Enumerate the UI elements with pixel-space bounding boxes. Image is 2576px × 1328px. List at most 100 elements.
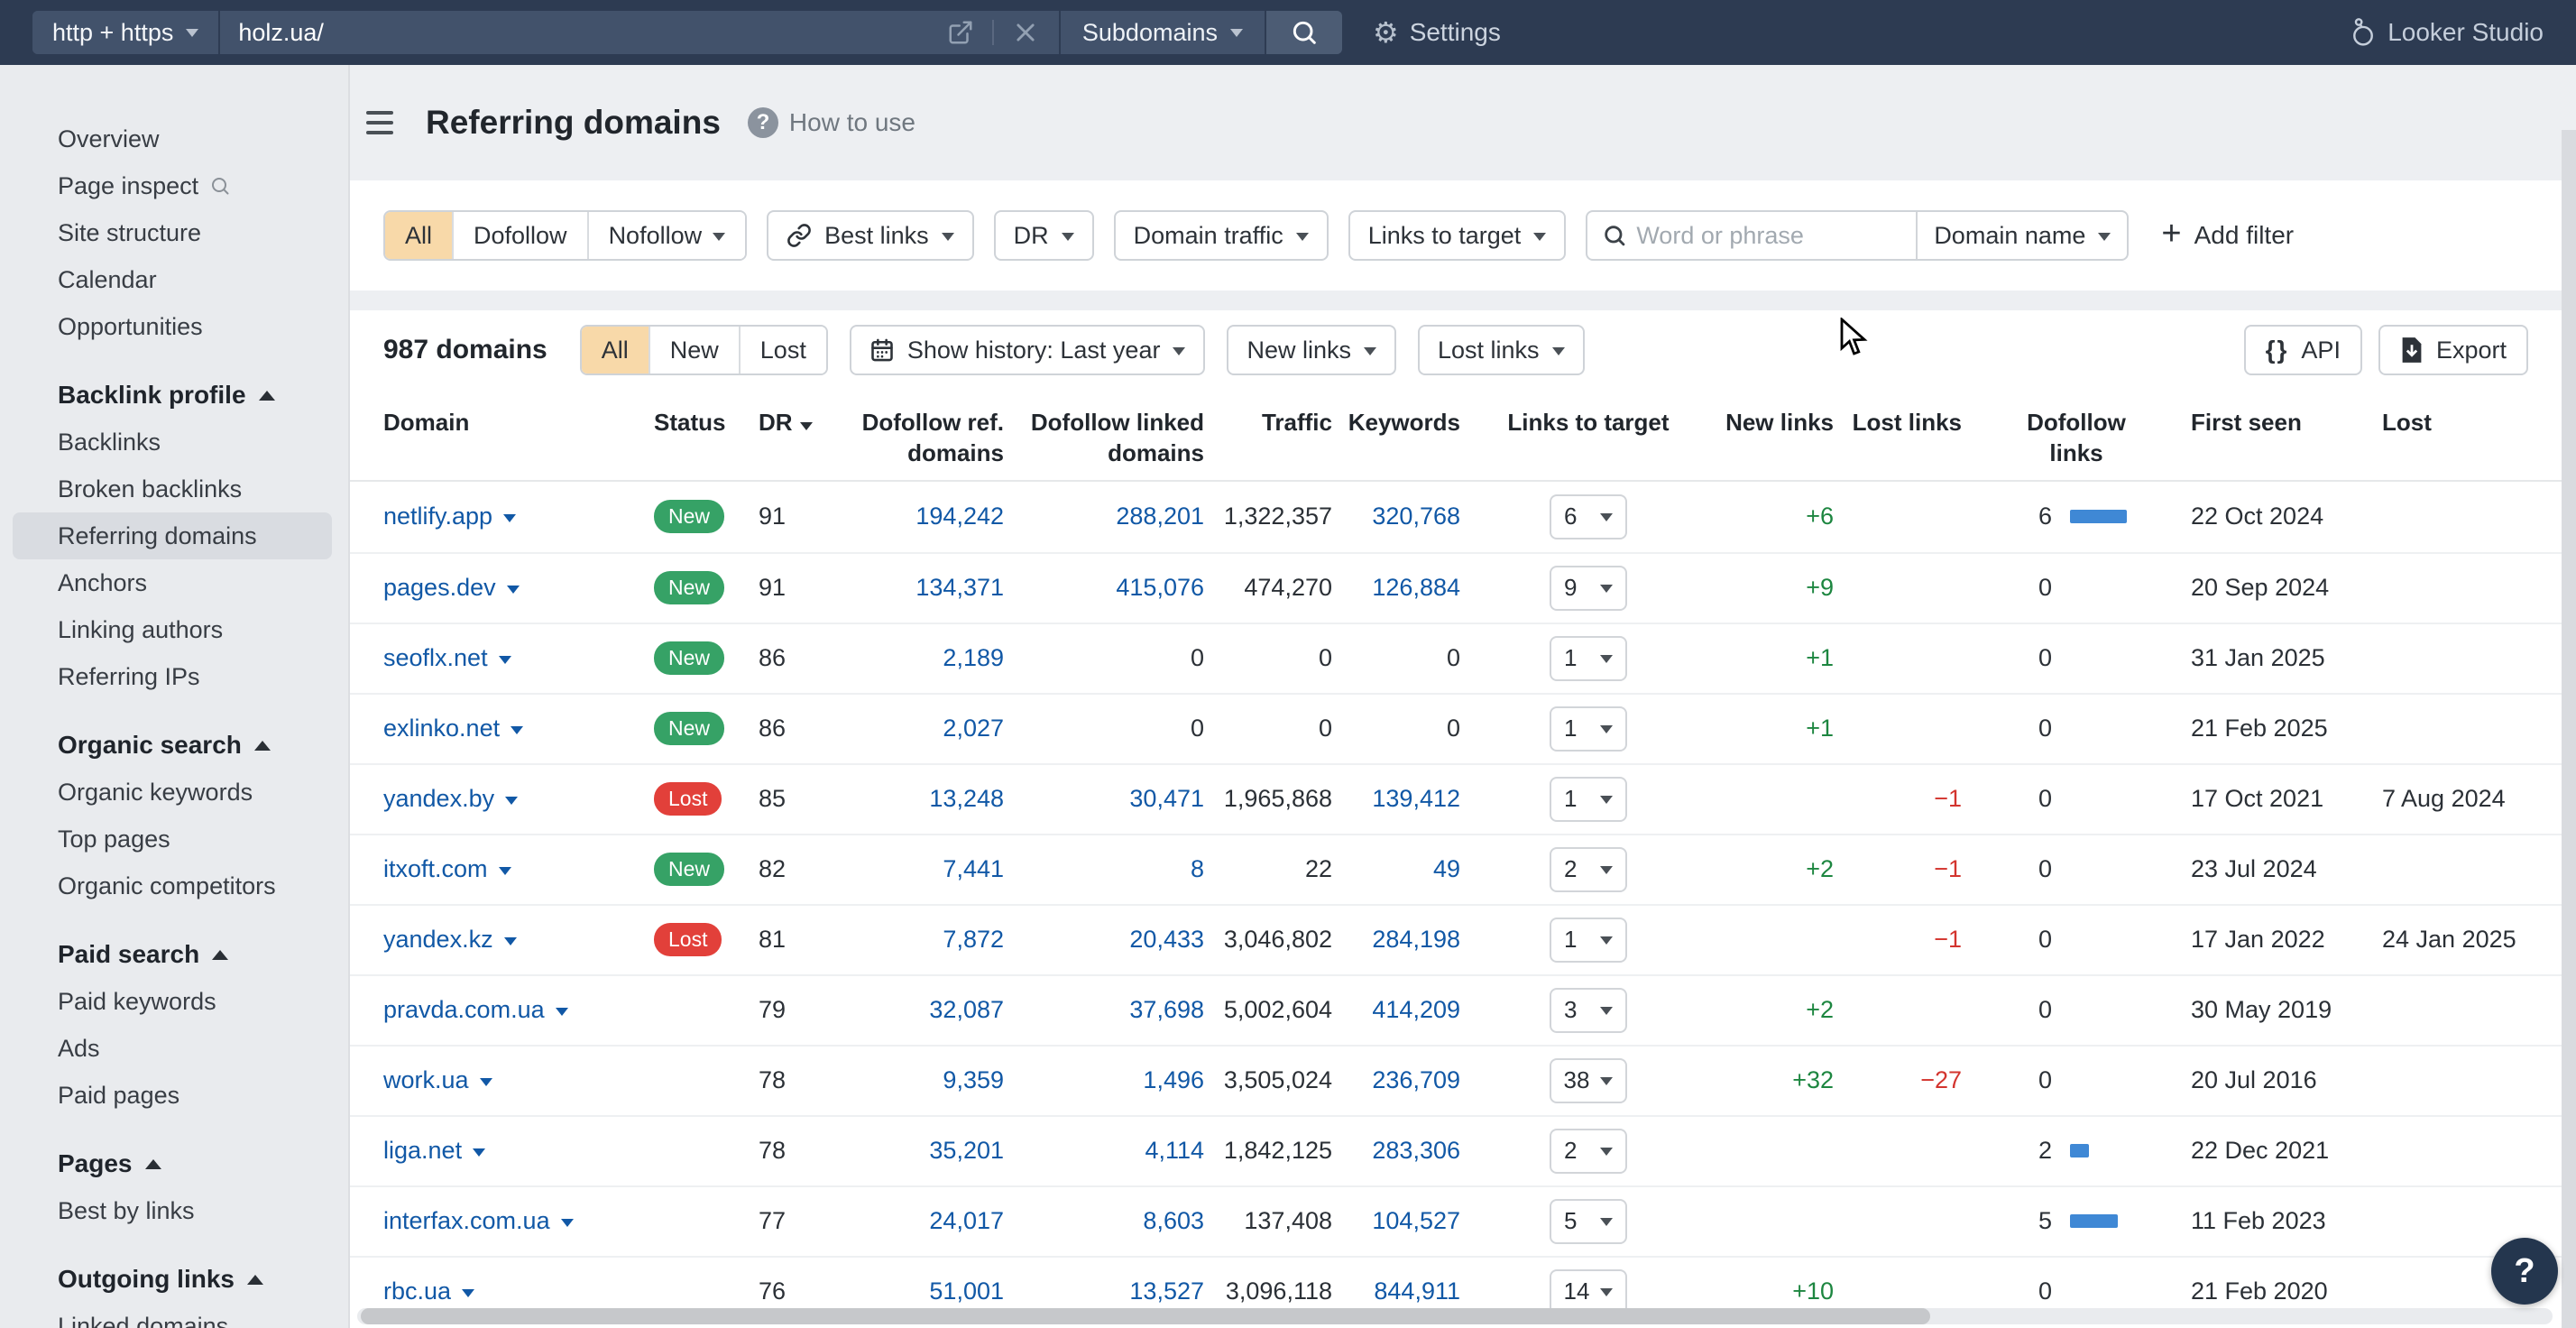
- domain-options-icon[interactable]: [505, 797, 518, 805]
- filter-segment-all[interactable]: All: [385, 212, 452, 259]
- keywords-value[interactable]: 844,911: [1374, 1277, 1460, 1305]
- links-to-target-select[interactable]: 2: [1550, 1129, 1627, 1174]
- status-segment-lost[interactable]: Lost: [739, 327, 826, 374]
- column-header-domain[interactable]: Domain: [383, 408, 643, 438]
- api-button[interactable]: {}API: [2244, 325, 2362, 375]
- domain-link[interactable]: itxoft.com: [383, 855, 488, 883]
- sidebar-item-page-inspect[interactable]: Page inspect: [13, 162, 332, 209]
- dofollow-ref-domains-link[interactable]: 13,248: [929, 785, 1004, 812]
- sidebar-item-paid-pages[interactable]: Paid pages: [13, 1072, 332, 1119]
- column-header-status[interactable]: Status: [654, 408, 748, 438]
- dofollow-ref-domains-link[interactable]: 134,371: [915, 574, 1004, 601]
- sidebar-item-anchors[interactable]: Anchors: [13, 559, 332, 606]
- keywords-value[interactable]: 414,209: [1372, 996, 1460, 1023]
- dofollow-ref-domains-link[interactable]: 2,189: [943, 644, 1004, 671]
- dofollow-ref-domains-link[interactable]: 194,242: [915, 503, 1004, 530]
- domain-options-icon[interactable]: [556, 1008, 568, 1016]
- domain-options-icon[interactable]: [473, 1148, 485, 1157]
- domain-options-icon[interactable]: [480, 1078, 492, 1086]
- sidebar-section-paid-search[interactable]: Paid search: [0, 931, 348, 978]
- domain-options-icon[interactable]: [561, 1219, 574, 1227]
- domain-link[interactable]: work.ua: [383, 1066, 469, 1094]
- sidebar-section-pages[interactable]: Pages: [0, 1140, 348, 1187]
- column-header-links-to-target[interactable]: Links to target: [1471, 408, 1706, 438]
- sidebar-item-best-by-links[interactable]: Best by links: [13, 1187, 332, 1234]
- dofollow-ref-domains-link[interactable]: 7,872: [943, 926, 1004, 953]
- domain-link[interactable]: netlify.app: [383, 503, 492, 530]
- dofollow-linked-domains-value[interactable]: 13,527: [1129, 1277, 1204, 1305]
- sidebar-item-organic-keywords[interactable]: Organic keywords: [13, 769, 332, 816]
- sidebar-section-organic-search[interactable]: Organic search: [0, 722, 348, 769]
- dofollow-linked-domains-value[interactable]: 4,114: [1145, 1137, 1204, 1164]
- column-header-dr[interactable]: DR: [759, 408, 823, 438]
- column-header-traffic[interactable]: Traffic: [1215, 408, 1332, 438]
- dofollow-linked-domains-value[interactable]: 8,603: [1143, 1207, 1204, 1234]
- domain-options-icon[interactable]: [507, 586, 520, 594]
- sidebar-item-referring-domains[interactable]: Referring domains: [13, 512, 332, 559]
- sidebar-item-calendar[interactable]: Calendar: [13, 256, 332, 303]
- sidebar-item-ads[interactable]: Ads: [13, 1025, 332, 1072]
- keywords-value[interactable]: 284,198: [1372, 926, 1460, 953]
- help-button[interactable]: ?: [2491, 1238, 2558, 1305]
- sidebar-item-opportunities[interactable]: Opportunities: [13, 303, 332, 350]
- dofollow-ref-domains-link[interactable]: 2,027: [943, 715, 1004, 742]
- domain-link[interactable]: liga.net: [383, 1137, 462, 1165]
- column-header-dofollow-linked-domains[interactable]: Dofollow linked domains: [1015, 408, 1204, 469]
- dofollow-linked-domains-value[interactable]: 20,433: [1129, 926, 1204, 953]
- horizontal-scrollbar[interactable]: [357, 1308, 2553, 1324]
- links-to-target-select[interactable]: 9: [1550, 566, 1627, 611]
- sidebar-item-top-pages[interactable]: Top pages: [13, 816, 332, 862]
- links-to-target-select[interactable]: 5: [1550, 1199, 1627, 1244]
- domain-link[interactable]: exlinko.net: [383, 715, 500, 742]
- links-to-target-select[interactable]: 1: [1550, 918, 1627, 963]
- filter-segment-nofollow[interactable]: Nofollow: [587, 212, 746, 259]
- new-links-dropdown[interactable]: New links: [1227, 325, 1396, 375]
- filter-best-links-dropdown[interactable]: Best links: [767, 210, 974, 261]
- links-to-target-select[interactable]: 3: [1550, 988, 1627, 1033]
- links-to-target-select[interactable]: 2: [1550, 847, 1627, 892]
- filter-links-to-target-dropdown[interactable]: Links to target: [1348, 210, 1567, 261]
- lost-links-dropdown[interactable]: Lost links: [1418, 325, 1585, 375]
- domain-options-icon[interactable]: [504, 937, 517, 945]
- filter-segment-dofollow[interactable]: Dofollow: [452, 212, 587, 259]
- domain-options-icon[interactable]: [462, 1289, 474, 1297]
- keywords-value[interactable]: 236,709: [1372, 1066, 1460, 1093]
- dofollow-ref-domains-link[interactable]: 24,017: [929, 1207, 1004, 1234]
- links-to-target-select[interactable]: 1: [1550, 706, 1627, 752]
- column-header-lost-links[interactable]: Lost links: [1845, 408, 1962, 438]
- keywords-value[interactable]: 320,768: [1372, 503, 1460, 530]
- looker-studio-link[interactable]: Looker Studio: [2350, 17, 2544, 48]
- dofollow-ref-domains-link[interactable]: 51,001: [929, 1277, 1004, 1305]
- sidebar-item-overview[interactable]: Overview: [13, 115, 332, 162]
- domain-link[interactable]: pravda.com.ua: [383, 996, 545, 1024]
- dofollow-linked-domains-value[interactable]: 288,201: [1116, 503, 1204, 530]
- protocol-dropdown[interactable]: http + https: [32, 11, 220, 54]
- dofollow-ref-domains-link[interactable]: 7,441: [943, 855, 1004, 882]
- sidebar-section-backlink-profile[interactable]: Backlink profile: [0, 372, 348, 419]
- open-external-icon[interactable]: [945, 17, 976, 48]
- dofollow-linked-domains-value[interactable]: 415,076: [1116, 574, 1204, 601]
- sidebar-item-linked-domains[interactable]: Linked domains: [13, 1303, 332, 1328]
- filter-domain-traffic-dropdown[interactable]: Domain traffic: [1114, 210, 1329, 261]
- column-header-lost[interactable]: Lost: [2382, 408, 2526, 438]
- dofollow-linked-domains-value[interactable]: 8: [1191, 855, 1204, 882]
- add-filter-button[interactable]: +Add filter: [2156, 219, 2299, 252]
- word-or-phrase-input[interactable]: [1627, 222, 1916, 250]
- sidebar-item-paid-keywords[interactable]: Paid keywords: [13, 978, 332, 1025]
- dofollow-ref-domains-link[interactable]: 32,087: [929, 996, 1004, 1023]
- dofollow-linked-domains-value[interactable]: 1,496: [1143, 1066, 1204, 1093]
- column-header-new-links[interactable]: New links: [1716, 408, 1834, 438]
- domain-options-icon[interactable]: [511, 726, 523, 734]
- target-url-input[interactable]: holz.ua/: [220, 11, 1059, 54]
- domain-options-icon[interactable]: [499, 656, 511, 664]
- keywords-value[interactable]: 283,306: [1372, 1137, 1460, 1164]
- status-segment-new[interactable]: New: [649, 327, 739, 374]
- sidebar-item-linking-authors[interactable]: Linking authors: [13, 606, 332, 653]
- settings-button[interactable]: ⚙ Settings: [1367, 17, 1506, 48]
- keywords-value[interactable]: 49: [1433, 855, 1460, 882]
- column-header-first-seen[interactable]: First seen: [2191, 408, 2371, 438]
- domain-link[interactable]: yandex.by: [383, 785, 494, 813]
- sidebar-item-site-structure[interactable]: Site structure: [13, 209, 332, 256]
- dofollow-ref-domains-link[interactable]: 35,201: [929, 1137, 1004, 1164]
- export-button[interactable]: Export: [2378, 325, 2528, 375]
